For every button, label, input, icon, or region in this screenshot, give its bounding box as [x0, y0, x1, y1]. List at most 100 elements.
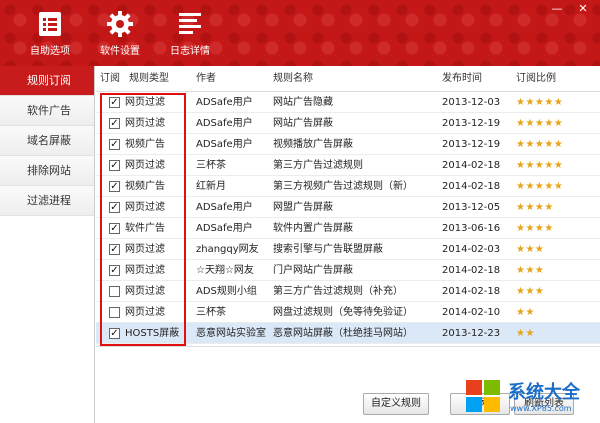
table-row[interactable]: ✓ 网页过滤 zhangqy网友 搜索引擎与广告联盟屏蔽 2014-02-03 ★★★ — [96, 239, 600, 260]
date-cell: 2014-02-18 — [442, 181, 501, 192]
rule-name-cell: 门户网站广告屏蔽 — [273, 265, 353, 276]
software-settings-button[interactable]: 软件设置 — [90, 10, 150, 57]
table-row[interactable]: ✓ 网页过滤 ☆天翔☆网友 门户网站广告屏蔽 2014-02-18 ★★★ — [96, 260, 600, 281]
date-cell: 2013-12-19 — [442, 139, 501, 150]
watermark-title: 系统大全 — [508, 382, 580, 403]
toolbar-label: 软件设置 — [100, 46, 140, 57]
sidebar-item-filter-process[interactable]: 过滤进程 — [0, 186, 94, 216]
table-row[interactable]: ✓ 视频广告 ADSafe用户 视频播放广告屏蔽 2013-12-19 ★★★★★ — [96, 134, 600, 155]
header-name[interactable]: 规则名称 — [273, 66, 313, 92]
table-header: 订阅 规则类型 作者 规则名称 发布时间 订阅比例 — [96, 66, 600, 92]
rule-type-cell: 视频广告 — [125, 181, 165, 192]
toolbar-label: 自助选项 — [30, 46, 70, 57]
table-row[interactable]: ✓ 网页过滤 ADSafe用户 网站广告隐藏 2013-12-03 ★★★★★ — [96, 92, 600, 113]
sidebar-item-software-ads[interactable]: 软件广告 — [0, 96, 94, 126]
subscribe-checkbox[interactable]: ✓ — [109, 328, 120, 339]
rating-cell: ★★★★★ — [516, 118, 564, 129]
self-service-button[interactable]: 自助选项 — [20, 10, 80, 57]
subscribe-checkbox[interactable]: ✓ — [109, 244, 120, 255]
rule-name-cell: 软件内置广告屏蔽 — [273, 223, 353, 234]
rating-cell: ★★★★★ — [516, 139, 564, 150]
rule-type-cell: 网页过滤 — [125, 118, 165, 129]
date-cell: 2013-12-05 — [442, 202, 501, 213]
custom-rule-button[interactable]: 自定义规则 — [363, 393, 429, 415]
rating-cell: ★★★★ — [516, 202, 554, 213]
rule-name-cell: 网盟广告屏蔽 — [273, 202, 333, 213]
author-cell: ADSafe用户 — [196, 97, 253, 108]
author-cell: ADSafe用户 — [196, 202, 253, 213]
rule-name-cell: 网站广告隐藏 — [273, 97, 333, 108]
sidebar-item-rule-subscription[interactable]: 规则订阅 — [0, 66, 94, 96]
subscribe-checkbox[interactable]: ✓ — [109, 118, 120, 129]
rule-type-cell: 软件广告 — [125, 223, 165, 234]
close-button[interactable]: ✕ — [574, 2, 592, 16]
table-row[interactable]: 网页过滤 三杯茶 网盘过滤规则（免等待免验证） 2014-02-10 ★★ — [96, 302, 600, 323]
subscribe-checkbox[interactable]: ✓ — [109, 139, 120, 150]
date-cell: 2013-12-19 — [442, 118, 501, 129]
rating-cell: ★★★ — [516, 286, 545, 297]
watermark-url: www.XP85.com — [510, 404, 572, 413]
rating-cell: ★★★★★ — [516, 97, 564, 108]
rule-type-cell: 网页过滤 — [125, 265, 165, 276]
header-subscribe[interactable]: 订阅 — [100, 66, 120, 92]
author-cell: 三杯茶 — [196, 307, 226, 318]
author-cell: ☆天翔☆网友 — [196, 265, 254, 276]
rating-cell: ★★★★★ — [516, 181, 564, 192]
author-cell: zhangqy网友 — [196, 244, 259, 255]
rule-type-cell: 视频广告 — [125, 139, 165, 150]
subscribe-checkbox[interactable]: ✓ — [109, 160, 120, 171]
date-cell: 2013-06-16 — [442, 223, 501, 234]
sidebar: 规则订阅 软件广告 域名屏蔽 排除网站 过滤进程 — [0, 66, 95, 423]
gear-icon — [107, 11, 133, 37]
rule-type-cell: 网页过滤 — [125, 97, 165, 108]
log-icon — [179, 13, 201, 34]
sidebar-item-domain-block[interactable]: 域名屏蔽 — [0, 126, 94, 156]
table-row[interactable]: 网页过滤 ADS规则小组 第三方广告过滤规则（补充） 2014-02-18 ★★★ — [96, 281, 600, 302]
table-row[interactable]: ✓ 网页过滤 ADSafe用户 网站广告屏蔽 2013-12-19 ★★★★★ — [96, 113, 600, 134]
rule-name-cell: 网站广告屏蔽 — [273, 118, 333, 129]
subscribe-checkbox[interactable]: ✓ — [109, 97, 120, 108]
header-rating[interactable]: 订阅比例 — [516, 66, 556, 92]
subscribe-checkbox[interactable]: ✓ — [109, 202, 120, 213]
header-author[interactable]: 作者 — [196, 66, 216, 92]
date-cell: 2014-02-18 — [442, 160, 501, 171]
watermark: 系统大全 www.XP85.com — [464, 376, 600, 423]
list-icon — [39, 12, 61, 36]
rating-cell: ★★★★★ — [516, 160, 564, 171]
rating-cell: ★★ — [516, 307, 535, 318]
subscribe-checkbox[interactable] — [109, 307, 120, 318]
rule-type-cell: 网页过滤 — [125, 202, 165, 213]
table-row[interactable]: ✓ 网页过滤 ADSafe用户 网盟广告屏蔽 2013-12-05 ★★★★ — [96, 197, 600, 218]
rating-cell: ★★★ — [516, 244, 545, 255]
rule-name-cell: 搜索引擎与广告联盟屏蔽 — [273, 244, 383, 255]
date-cell: 2014-02-10 — [442, 307, 501, 318]
rule-type-cell: 网页过滤 — [125, 286, 165, 297]
author-cell: ADSafe用户 — [196, 118, 253, 129]
subscribe-checkbox[interactable]: ✓ — [109, 223, 120, 234]
header-date[interactable]: 发布时间 — [442, 66, 482, 92]
log-details-button[interactable]: 日志详情 — [160, 10, 220, 57]
rule-type-cell: 网页过滤 — [125, 244, 165, 255]
toolbar-label: 日志详情 — [170, 46, 210, 57]
table-row[interactable]: ✓ 视频广告 红新月 第三方视频广告过滤规则（新） 2014-02-18 ★★★★★ — [96, 176, 600, 197]
author-cell: 三杯茶 — [196, 160, 226, 171]
date-cell: 2014-02-18 — [442, 265, 501, 276]
rule-name-cell: 网盘过滤规则（免等待免验证） — [273, 307, 413, 318]
minimize-button[interactable]: — — [548, 2, 566, 16]
subscribe-checkbox[interactable] — [109, 286, 120, 297]
subscribe-checkbox[interactable]: ✓ — [109, 265, 120, 276]
author-cell: ADSafe用户 — [196, 139, 253, 150]
rule-name-cell: 恶意网站屏蔽（杜绝挂马网站） — [273, 328, 413, 339]
header-type[interactable]: 规则类型 — [129, 66, 169, 92]
rating-cell: ★★ — [516, 328, 535, 339]
author-cell: 恶意网站实验室 — [196, 328, 266, 339]
table-row[interactable]: ✓ HOSTS屏蔽 恶意网站实验室 恶意网站屏蔽（杜绝挂马网站） 2013-12-23 ★… — [96, 323, 600, 344]
author-cell: ADS规则小组 — [196, 286, 257, 297]
rule-name-cell: 第三方视频广告过滤规则（新） — [273, 181, 413, 192]
table-row[interactable]: ✓ 网页过滤 三杯茶 第三方广告过滤规则 2014-02-18 ★★★★★ — [96, 155, 600, 176]
sidebar-item-exclude-sites[interactable]: 排除网站 — [0, 156, 94, 186]
rule-name-cell: 第三方广告过滤规则 — [273, 160, 363, 171]
table-row[interactable]: ✓ 软件广告 ADSafe用户 软件内置广告屏蔽 2013-06-16 ★★★★ — [96, 218, 600, 239]
subscribe-checkbox[interactable]: ✓ — [109, 181, 120, 192]
date-cell: 2014-02-18 — [442, 286, 501, 297]
